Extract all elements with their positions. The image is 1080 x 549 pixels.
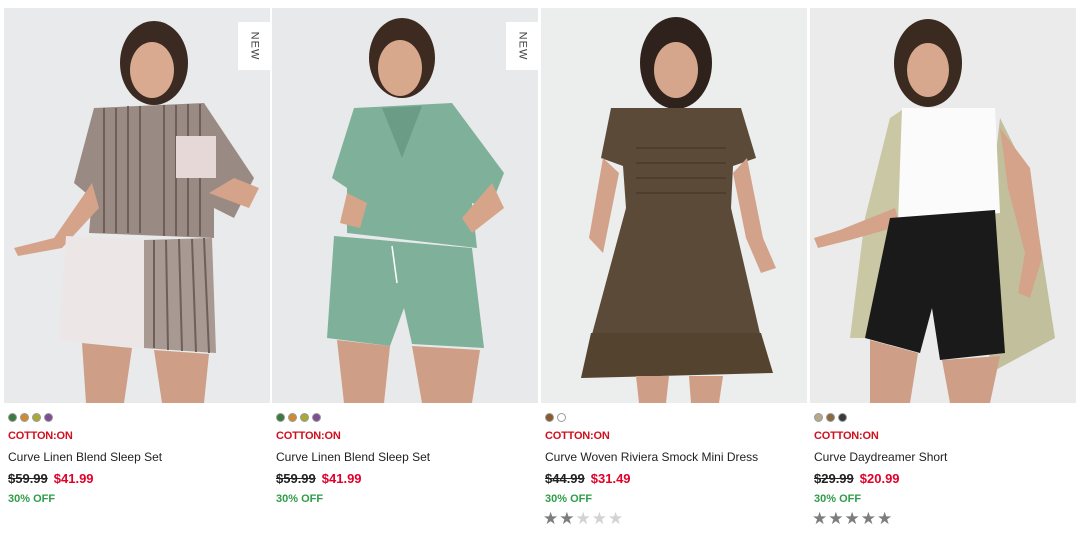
product-name[interactable]: Curve Linen Blend Sleep Set bbox=[276, 450, 430, 464]
color-swatch[interactable] bbox=[300, 413, 309, 422]
discount-label: 30% OFF bbox=[814, 493, 862, 505]
original-price: $44.99 bbox=[545, 471, 585, 486]
product-image[interactable]: NEW bbox=[272, 8, 538, 403]
star-empty-icon: ★ bbox=[591, 509, 607, 528]
color-swatches bbox=[545, 413, 566, 422]
brand-label: COTTON:ON bbox=[814, 430, 879, 442]
star-filled-icon: ★ bbox=[559, 509, 575, 528]
product-name[interactable]: Curve Daydreamer Short bbox=[814, 450, 947, 464]
product-image[interactable]: NEW bbox=[4, 8, 270, 403]
product-name[interactable]: Curve Linen Blend Sleep Set bbox=[8, 450, 162, 464]
sale-price: $20.99 bbox=[859, 471, 900, 486]
product-card[interactable]: COTTON:ON Curve Daydreamer Short $29.99 … bbox=[810, 0, 1076, 549]
product-card[interactable]: NEW COTTON:ON Curve Linen Blend Sleep Se… bbox=[4, 0, 270, 549]
new-badge: NEW bbox=[238, 22, 270, 70]
color-swatches bbox=[814, 413, 847, 422]
color-swatch[interactable] bbox=[312, 413, 321, 422]
product-image[interactable] bbox=[541, 8, 807, 403]
color-swatch[interactable] bbox=[557, 413, 566, 422]
star-filled-icon: ★ bbox=[844, 509, 860, 528]
color-swatch[interactable] bbox=[44, 413, 53, 422]
color-swatch[interactable] bbox=[814, 413, 823, 422]
color-swatch[interactable] bbox=[20, 413, 29, 422]
original-price: $59.99 bbox=[276, 471, 316, 486]
product-card[interactable]: NEW COTTON:ON Curve Linen Blend Sleep Se… bbox=[272, 0, 538, 549]
price-row: $59.99 $41.99 bbox=[276, 471, 362, 486]
color-swatches bbox=[276, 413, 321, 422]
color-swatch[interactable] bbox=[288, 413, 297, 422]
sale-price: $31.49 bbox=[590, 471, 631, 486]
brand-label: COTTON:ON bbox=[545, 430, 610, 442]
color-swatch[interactable] bbox=[32, 413, 41, 422]
sale-price: $41.99 bbox=[53, 471, 94, 486]
original-price: $59.99 bbox=[8, 471, 48, 486]
star-filled-icon: ★ bbox=[877, 509, 893, 528]
brand-label: COTTON:ON bbox=[276, 430, 341, 442]
original-price: $29.99 bbox=[814, 471, 854, 486]
new-badge: NEW bbox=[506, 22, 538, 70]
color-swatches bbox=[8, 413, 53, 422]
star-rating: ★ ★ ★ ★ ★ bbox=[543, 509, 623, 529]
discount-label: 30% OFF bbox=[276, 493, 324, 505]
discount-label: 30% OFF bbox=[8, 493, 56, 505]
product-grid: NEW COTTON:ON Curve Linen Blend Sleep Se… bbox=[0, 0, 1080, 549]
product-card[interactable]: COTTON:ON Curve Woven Riviera Smock Mini… bbox=[541, 0, 807, 549]
price-row: $59.99 $41.99 bbox=[8, 471, 94, 486]
color-swatch[interactable] bbox=[826, 413, 835, 422]
star-filled-icon: ★ bbox=[828, 509, 844, 528]
product-image[interactable] bbox=[810, 8, 1076, 403]
product-name[interactable]: Curve Woven Riviera Smock Mini Dress bbox=[545, 450, 758, 464]
brand-label: COTTON:ON bbox=[8, 430, 73, 442]
star-filled-icon: ★ bbox=[543, 509, 559, 528]
price-row: $29.99 $20.99 bbox=[814, 471, 900, 486]
color-swatch[interactable] bbox=[545, 413, 554, 422]
price-row: $44.99 $31.49 bbox=[545, 471, 631, 486]
star-filled-icon: ★ bbox=[860, 509, 876, 528]
star-rating: ★ ★ ★ ★ ★ bbox=[812, 509, 892, 529]
sale-price: $41.99 bbox=[321, 471, 362, 486]
star-empty-icon: ★ bbox=[575, 509, 591, 528]
discount-label: 30% OFF bbox=[545, 493, 593, 505]
star-empty-icon: ★ bbox=[608, 509, 624, 528]
color-swatch[interactable] bbox=[276, 413, 285, 422]
star-filled-icon: ★ bbox=[812, 509, 828, 528]
color-swatch[interactable] bbox=[8, 413, 17, 422]
color-swatch[interactable] bbox=[838, 413, 847, 422]
